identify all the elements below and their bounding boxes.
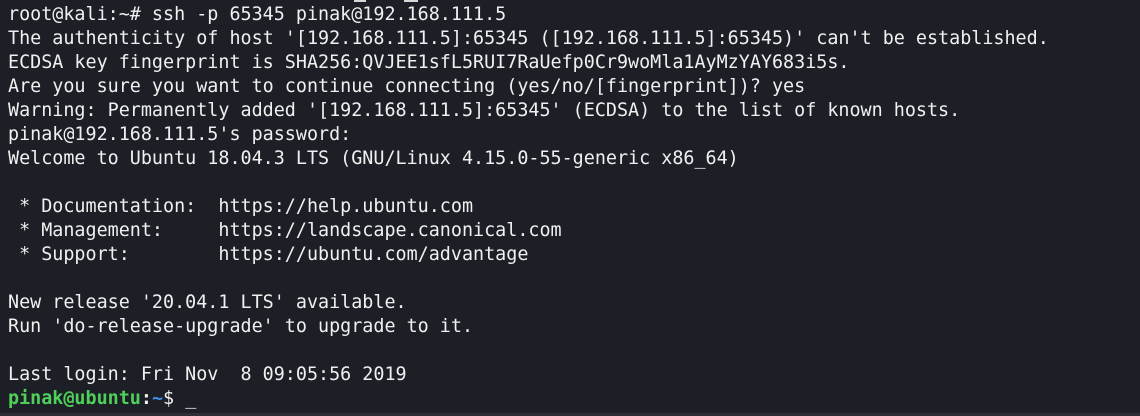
shell-prompt-line[interactable]: pinak@ubuntu:~$ _	[8, 387, 1140, 411]
terminal-window[interactable]: root@kali:~# ssh -p 65345 pinak@192.168.…	[0, 0, 1140, 416]
terminal-line-new-release: New release '20.04.1 LTS' available.	[8, 292, 407, 313]
prompt-dollar-sign: $	[163, 388, 186, 409]
terminal-line-welcome: Welcome to Ubuntu 18.04.3 LTS (GNU/Linux…	[8, 148, 739, 169]
terminal-line-key-fingerprint: ECDSA key fingerprint is SHA256:QVJEE1sf…	[8, 52, 850, 73]
text-cursor[interactable]: _	[185, 387, 196, 411]
terminal-line-known-hosts-warning: Warning: Permanently added '[192.168.111…	[8, 100, 961, 121]
terminal-line-management: * Management: https://landscape.canonica…	[8, 220, 562, 241]
terminal-line-upgrade-hint: Run 'do-release-upgrade' to upgrade to i…	[8, 316, 474, 337]
terminal-line-continue-prompt: Are you sure you want to continue connec…	[8, 76, 806, 97]
terminal-line-password-prompt: pinak@192.168.111.5's password:	[8, 124, 352, 145]
terminal-line-last-login: Last login: Fri Nov 8 09:05:56 2019	[8, 364, 407, 385]
terminal-line-documentation: * Documentation: https://help.ubuntu.com	[8, 196, 474, 217]
terminal-line-authenticity-warning: The authenticity of host '[192.168.111.5…	[8, 28, 1049, 49]
clipped-previous-line	[0, 0, 1140, 3]
prompt-path: ~	[151, 388, 164, 409]
terminal-line-support: * Support: https://ubuntu.com/advantage	[8, 244, 529, 265]
terminal-line-ssh-command: root@kali:~# ssh -p 65345 pinak@192.168.…	[8, 4, 507, 25]
prompt-colon: :	[140, 388, 152, 409]
prompt-user-host: pinak@ubuntu	[8, 388, 141, 409]
